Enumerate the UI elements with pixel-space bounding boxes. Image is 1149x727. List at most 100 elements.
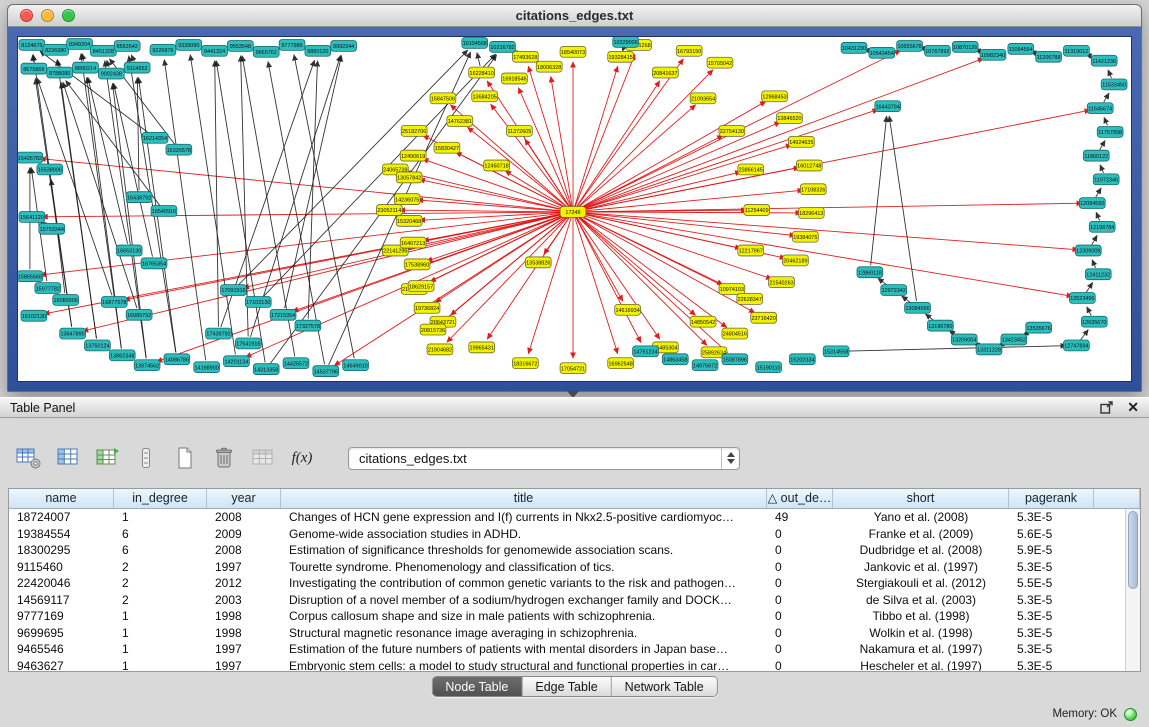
tab-edge-table[interactable]: Edge Table bbox=[522, 677, 611, 696]
graph-node[interactable] bbox=[1079, 198, 1105, 209]
graph-node[interactable] bbox=[253, 364, 279, 375]
graph-node[interactable] bbox=[502, 73, 528, 84]
graph-node[interactable] bbox=[90, 45, 116, 56]
graph-node[interactable] bbox=[1063, 340, 1089, 351]
graph-node[interactable] bbox=[295, 320, 321, 331]
graph-node[interactable] bbox=[756, 362, 782, 373]
table-selector-dropdown[interactable]: citations_edges.txt bbox=[348, 447, 740, 470]
graph-node[interactable] bbox=[676, 45, 702, 56]
graph-node[interactable] bbox=[1101, 79, 1127, 90]
graph-node[interactable] bbox=[279, 39, 305, 50]
column-header-name[interactable]: name bbox=[9, 489, 114, 508]
row-mode-icon[interactable] bbox=[131, 443, 161, 473]
graph-node[interactable] bbox=[35, 283, 61, 294]
graph-node[interactable] bbox=[512, 51, 538, 62]
graph-node[interactable] bbox=[150, 44, 176, 55]
graph-node[interactable] bbox=[608, 358, 634, 369]
graph-node[interactable] bbox=[404, 259, 430, 270]
graph-node[interactable] bbox=[151, 206, 177, 217]
graph-node[interactable] bbox=[719, 125, 745, 136]
delete-table-icon[interactable] bbox=[209, 443, 239, 473]
graph-node[interactable] bbox=[394, 194, 420, 205]
create-column-icon[interactable] bbox=[92, 443, 122, 473]
graph-node[interactable] bbox=[857, 267, 883, 278]
graph-node[interactable] bbox=[400, 150, 426, 161]
graph-node[interactable] bbox=[18, 152, 43, 163]
new-table-icon[interactable] bbox=[170, 443, 200, 473]
graph-node[interactable] bbox=[690, 93, 716, 104]
close-panel-icon[interactable]: ✕ bbox=[1127, 401, 1139, 414]
graph-node[interactable] bbox=[951, 334, 977, 345]
column-header-year[interactable]: year bbox=[207, 489, 281, 508]
graph-node[interactable] bbox=[414, 302, 440, 313]
graph-node[interactable] bbox=[1093, 174, 1119, 185]
graph-node[interactable] bbox=[98, 68, 124, 79]
graph-node[interactable] bbox=[227, 40, 253, 51]
graph-node[interactable] bbox=[101, 296, 127, 307]
graph-node[interactable] bbox=[1083, 150, 1109, 161]
graph-node[interactable] bbox=[67, 38, 93, 49]
graph-node[interactable] bbox=[469, 67, 495, 78]
graph-node[interactable] bbox=[1097, 126, 1123, 137]
graph-node[interactable] bbox=[73, 62, 99, 73]
graph-node[interactable] bbox=[1069, 293, 1095, 304]
graph-node[interactable] bbox=[762, 91, 788, 102]
table-row[interactable]: 1456911722003Disruption of a novel membe… bbox=[9, 592, 1140, 609]
graph-node[interactable] bbox=[1063, 45, 1089, 56]
table-scrollbar[interactable] bbox=[1125, 509, 1140, 671]
graph-node[interactable] bbox=[738, 245, 764, 256]
table-row[interactable]: 946362711997Embryonic stem cells: a mode… bbox=[9, 658, 1140, 673]
graph-node[interactable] bbox=[142, 132, 168, 143]
graph-node[interactable] bbox=[331, 40, 357, 51]
column-header-in-degree[interactable]: in_degree bbox=[114, 489, 207, 508]
graph-node[interactable] bbox=[1089, 221, 1115, 232]
graph-node[interactable] bbox=[737, 294, 763, 305]
table-row[interactable]: 1872400712008Changes of HCN gene express… bbox=[9, 509, 1140, 526]
graph-node[interactable] bbox=[490, 41, 516, 52]
function-builder-button[interactable]: f(x) bbox=[287, 443, 317, 473]
column-header-title[interactable]: title bbox=[281, 489, 767, 508]
graph-node[interactable] bbox=[792, 231, 818, 242]
scrollbar-thumb[interactable] bbox=[1128, 511, 1138, 589]
graph-node[interactable] bbox=[19, 211, 45, 222]
graph-node[interactable] bbox=[270, 309, 296, 320]
column-header-out-degree[interactable]: △ out_de… bbox=[767, 489, 833, 508]
graph-node[interactable] bbox=[21, 310, 47, 321]
graph-node[interactable] bbox=[751, 312, 777, 323]
table-row[interactable]: 1938455462009Genome-wide association stu… bbox=[9, 526, 1140, 543]
graph-node[interactable] bbox=[719, 284, 745, 295]
graph-node[interactable] bbox=[43, 44, 69, 55]
graph-node[interactable] bbox=[777, 113, 803, 124]
graph-node[interactable] bbox=[798, 208, 824, 219]
minimize-window-icon[interactable] bbox=[41, 9, 54, 22]
graph-node[interactable] bbox=[1091, 55, 1117, 66]
graph-node[interactable] bbox=[608, 51, 634, 62]
graph-node[interactable] bbox=[560, 46, 586, 57]
graph-node[interactable] bbox=[744, 205, 770, 216]
graph-node[interactable] bbox=[343, 360, 369, 371]
graph-node[interactable] bbox=[1026, 322, 1052, 333]
graph-node[interactable] bbox=[462, 37, 488, 48]
graph-node[interactable] bbox=[800, 184, 826, 195]
graph-node[interactable] bbox=[18, 271, 43, 282]
graph-node[interactable] bbox=[116, 245, 142, 256]
graph-node[interactable] bbox=[662, 354, 688, 365]
graph-node[interactable] bbox=[408, 281, 434, 292]
graph-node[interactable] bbox=[560, 207, 586, 218]
graph-node[interactable] bbox=[224, 356, 250, 367]
graph-node[interactable] bbox=[690, 316, 716, 327]
graph-node[interactable] bbox=[560, 363, 586, 374]
graph-node[interactable] bbox=[164, 354, 190, 365]
graph-node[interactable] bbox=[1081, 316, 1107, 327]
graph-node[interactable] bbox=[305, 45, 331, 56]
column-header-short[interactable]: short bbox=[833, 489, 1009, 508]
graph-node[interactable] bbox=[85, 340, 111, 351]
graph-node[interactable] bbox=[434, 142, 460, 153]
graph-node[interactable] bbox=[37, 164, 63, 175]
graph-node[interactable] bbox=[506, 125, 532, 136]
graph-node[interactable] bbox=[692, 360, 718, 371]
graph-node[interactable] bbox=[484, 160, 510, 171]
graph-node[interactable] bbox=[905, 302, 931, 313]
graph-node[interactable] bbox=[924, 45, 950, 56]
graph-node[interactable] bbox=[427, 344, 453, 355]
